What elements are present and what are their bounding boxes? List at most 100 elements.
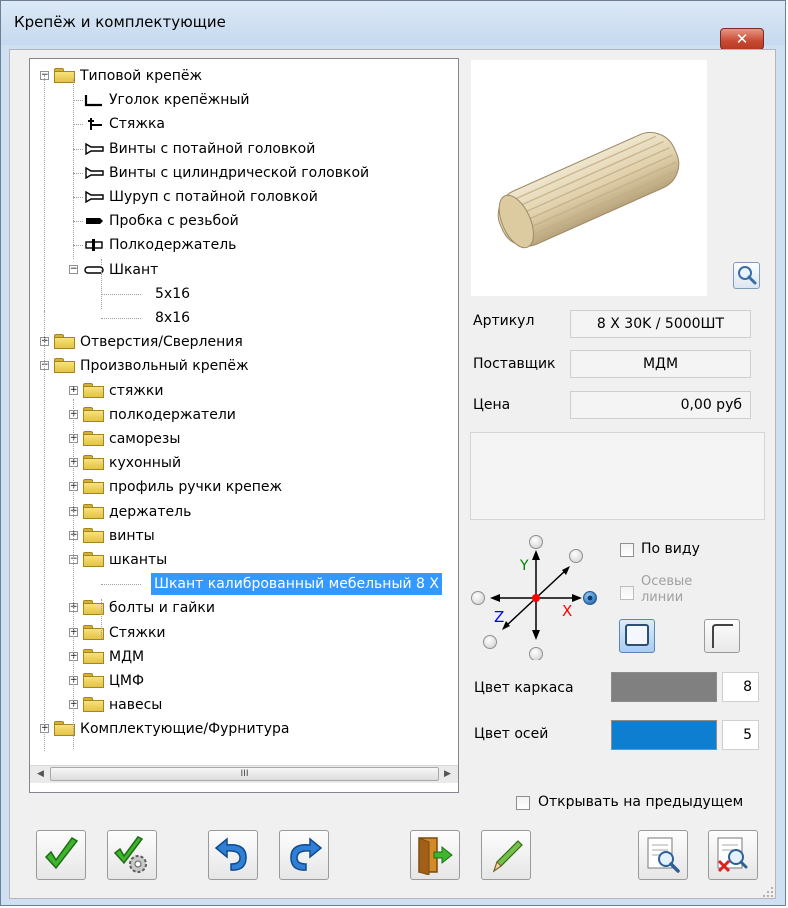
frame-color-index[interactable]: 8 xyxy=(722,672,759,702)
tree-item[interactable]: Уголок крепёжный xyxy=(30,89,458,111)
axis-lines-checkbox[interactable] xyxy=(620,586,634,600)
axis-x-label: X xyxy=(562,602,572,620)
tree-item[interactable]: Пробка с резьбой xyxy=(30,210,458,232)
undo-button[interactable] xyxy=(208,830,258,880)
tree-item-label: саморезы xyxy=(109,431,181,447)
view-right-radio-dot xyxy=(587,595,593,601)
scroll-thumb[interactable]: III xyxy=(50,767,439,781)
tree-item-label: Уголок крепёжный xyxy=(109,92,250,109)
ok-button[interactable] xyxy=(36,830,86,880)
tree-item[interactable]: Полкодержатель xyxy=(30,234,458,256)
tree-item[interactable]: − шканты xyxy=(30,549,458,571)
open-previous-checkbox[interactable] xyxy=(516,796,530,810)
tree-item[interactable]: − Произвольный крепёж xyxy=(30,355,458,377)
tree-item-leaf[interactable]: Шкант калиброванный мебельный 8 X xyxy=(30,573,458,596)
frame-color-swatch[interactable] xyxy=(611,672,717,702)
tree-item-label: Винты с цилиндрической головкой xyxy=(109,164,370,181)
view-left-radio[interactable] xyxy=(471,591,485,605)
axis-lines-label-line1: Осевые xyxy=(641,574,693,589)
ok-settings-button[interactable] xyxy=(107,830,157,880)
tree-guide-line xyxy=(44,311,45,751)
scroll-right-arrow-icon[interactable]: ▶ xyxy=(439,766,456,783)
view-front-radio[interactable] xyxy=(483,635,497,649)
tree-item-label: Стяжки xyxy=(109,624,166,641)
view-axes-gizmo[interactable]: Y X Z xyxy=(466,530,606,660)
tree-item-label: стяжки xyxy=(109,382,164,399)
notes-area[interactable] xyxy=(470,432,765,520)
tree-item-leaf[interactable]: 8x16 xyxy=(30,307,458,329)
open-corner-icon xyxy=(712,624,733,648)
tree-horizontal-scrollbar[interactable]: ◀ III ▶ xyxy=(30,765,458,783)
tree-item[interactable]: + болты и гайки xyxy=(30,597,458,619)
tree-item-label: Пробка с резьбой xyxy=(109,213,239,230)
tree-item-leaf[interactable]: 5x16 xyxy=(30,283,458,305)
view-iso-radio[interactable] xyxy=(569,549,583,563)
tree-item[interactable]: − Типовой крепёж xyxy=(30,65,458,87)
tree-item[interactable]: Шуруп с потайной головкой xyxy=(30,186,458,208)
tree-item-label: Комплектующие/Фурнитура xyxy=(80,721,290,738)
tree-item[interactable]: + профиль ручки крепеж xyxy=(30,476,458,498)
tree-item[interactable]: + держатель xyxy=(30,501,458,523)
tree-item[interactable]: + стяжки xyxy=(30,380,458,402)
expand-icon[interactable]: + xyxy=(69,385,78,395)
folder-icon xyxy=(54,334,76,350)
preview-button[interactable] xyxy=(638,830,688,880)
tree-item[interactable]: Винты с потайной головкой xyxy=(30,138,458,160)
pencil-icon xyxy=(492,840,523,873)
axis-z-label: Z xyxy=(494,608,504,626)
price-field: 0,00 руб xyxy=(570,391,751,419)
folder-icon xyxy=(83,431,105,447)
edit-button[interactable] xyxy=(481,830,531,880)
tree-item[interactable]: + Отверстия/Сверления xyxy=(30,331,458,353)
wood-screw-icon xyxy=(83,189,105,205)
view-bottom-radio[interactable] xyxy=(529,647,543,661)
tree-item[interactable]: − Шкант xyxy=(30,259,458,281)
collapse-icon[interactable]: − xyxy=(69,264,78,274)
folder-icon xyxy=(83,648,105,665)
tree-guide-line xyxy=(44,75,45,327)
tree-item[interactable]: + ЦМФ xyxy=(30,670,458,692)
tree-item[interactable]: + полкодержатели xyxy=(30,404,458,426)
close-icon: ✕ xyxy=(735,30,749,48)
tree-item-label: кухонный xyxy=(109,455,182,472)
by-view-checkbox[interactable] xyxy=(620,543,634,557)
tree-item-label: Шуруп с потайной головкой xyxy=(109,189,318,205)
check-gear-icon xyxy=(113,836,147,873)
resize-grip-icon[interactable] xyxy=(762,886,774,898)
tree-item-label: болты и гайки xyxy=(109,600,215,617)
exit-button[interactable] xyxy=(410,830,460,880)
tree-item[interactable]: + саморезы xyxy=(30,428,458,450)
scroll-left-arrow-icon[interactable]: ◀ xyxy=(32,766,49,783)
tree-item-label: Полкодержатель xyxy=(109,237,237,254)
delete-preview-button[interactable] xyxy=(708,830,758,880)
axes-color-swatch[interactable] xyxy=(611,720,717,750)
frame-color-label: Цвет каркаса xyxy=(474,680,574,696)
tree-item[interactable]: + Стяжки xyxy=(30,622,458,644)
corner-bracket-icon xyxy=(83,92,105,108)
tree-item-label: Винты с потайной головкой xyxy=(109,140,316,157)
tree-item-label: Произвольный крепёж xyxy=(80,358,249,375)
tree-item-label: полкодержатели xyxy=(109,406,236,423)
zoom-button[interactable] xyxy=(733,262,760,289)
tree-item-label: МДМ xyxy=(109,648,145,665)
title-bar[interactable]: Крепёж и комплектующие ✕ xyxy=(1,1,785,50)
tree-item[interactable]: + Комплектующие/Фурнитура xyxy=(30,718,458,740)
fastener-tree[interactable]: − Типовой крепёж Уголок крепёжный Стяжка Вин… xyxy=(29,58,459,793)
close-button[interactable]: ✕ xyxy=(720,28,764,50)
axes-color-index[interactable]: 5 xyxy=(722,720,759,750)
frame-mode-button-1[interactable] xyxy=(619,619,655,653)
tree-item-label: профиль ручки крепеж xyxy=(109,479,283,496)
tree-item[interactable]: + винты xyxy=(30,525,458,547)
tree-item[interactable]: + кухонный xyxy=(30,452,458,474)
tree-item[interactable]: + навесы xyxy=(30,694,458,716)
view-top-radio[interactable] xyxy=(529,535,543,549)
tree-item-label: 8x16 xyxy=(155,310,191,326)
frame-mode-button-2[interactable] xyxy=(704,619,740,653)
tree-item-label: Стяжка xyxy=(109,116,165,133)
redo-button[interactable] xyxy=(279,830,329,880)
tree-item[interactable]: Винты с цилиндрической головкой xyxy=(30,162,458,184)
tree-item[interactable]: Стяжка xyxy=(30,113,458,135)
tree-connector xyxy=(73,245,83,247)
folder-open-icon xyxy=(54,358,76,374)
tree-item[interactable]: + МДМ xyxy=(30,646,458,668)
